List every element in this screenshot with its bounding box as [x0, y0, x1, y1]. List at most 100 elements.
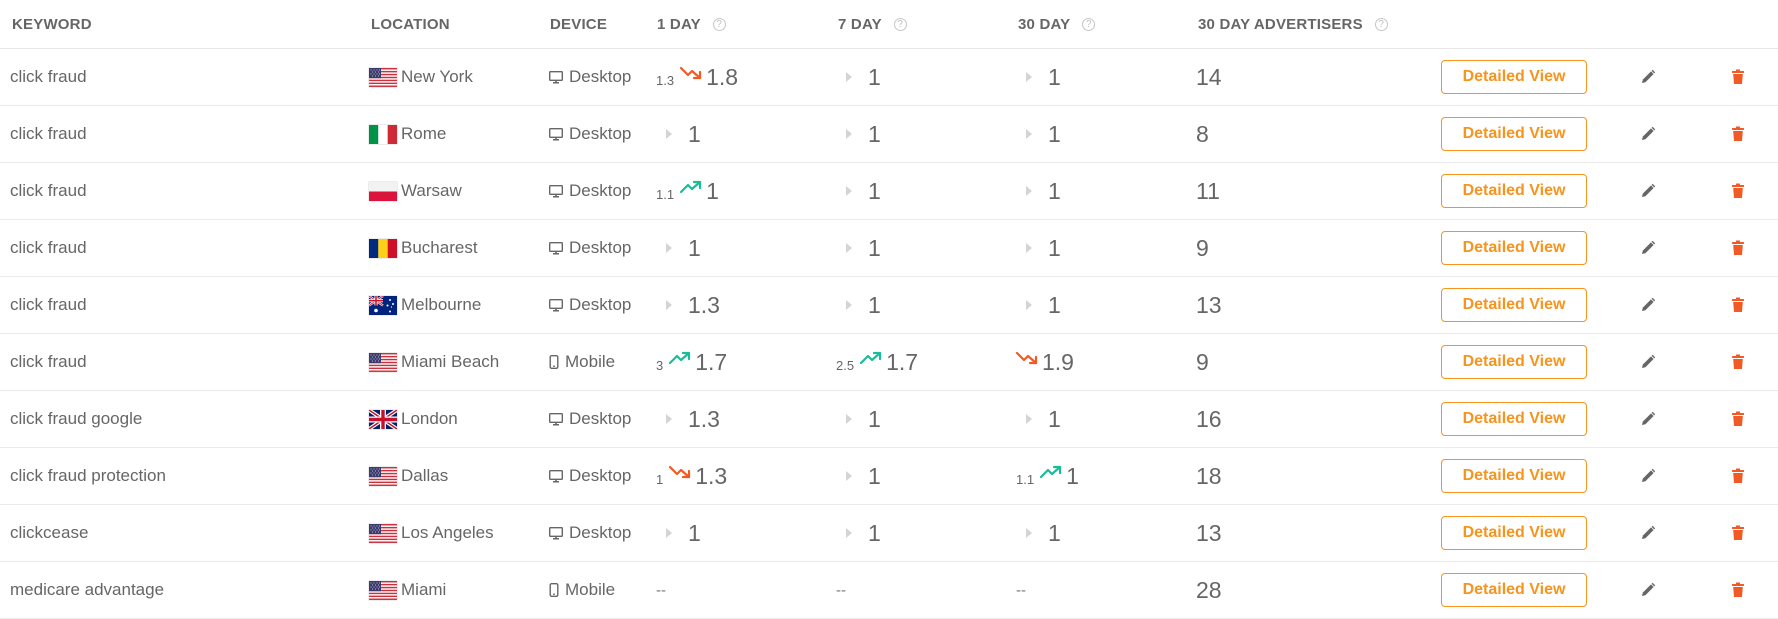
column-header-device[interactable]: DEVICE — [550, 0, 607, 48]
rank-current: 1 — [868, 405, 881, 432]
rank-30-day-cell: 1.1 1 — [1016, 448, 1079, 504]
column-header-30-day-advertisers[interactable]: 30 DAY ADVERTISERS? — [1198, 0, 1388, 48]
delete-cell — [1731, 505, 1745, 561]
rank-current: 1 — [1048, 519, 1061, 546]
flag-us-icon — [369, 523, 397, 543]
edit-cell — [1640, 49, 1656, 105]
rank-current: 1 — [868, 177, 881, 204]
desktop-icon — [549, 298, 563, 312]
rank-7-day-cell: 2.5 1.7 — [836, 334, 918, 390]
rank-1-day-cell: 3 1.7 — [656, 334, 727, 390]
rank-current: 1 — [688, 120, 701, 147]
table-header: KEYWORD LOCATION DEVICE 1 DAY? 7 DAY? 30… — [0, 0, 1778, 49]
trash-icon[interactable] — [1731, 69, 1745, 85]
trash-icon[interactable] — [1731, 525, 1745, 541]
column-header-keyword[interactable]: KEYWORD — [12, 0, 92, 48]
help-icon[interactable]: ? — [712, 17, 726, 31]
device-cell: Desktop — [549, 391, 631, 447]
trash-icon[interactable] — [1731, 582, 1745, 598]
detailed-view-button[interactable]: Detailed View — [1441, 573, 1587, 607]
detailed-view-button[interactable]: Detailed View — [1441, 402, 1587, 436]
advertisers-cell: 13 — [1196, 519, 1222, 546]
table-body: click fraud New York Desktop 1.3 1.8 1 1 14 Deta… — [0, 49, 1778, 619]
rank-1-day-cell: 1 — [656, 505, 701, 561]
desktop-icon — [549, 526, 563, 540]
no-change-icon — [666, 243, 672, 253]
table-row: medicare advantage Miami Mobile -- -- -- 28 Det… — [0, 562, 1778, 619]
no-change-icon — [666, 300, 672, 310]
trash-icon[interactable] — [1731, 468, 1745, 484]
rank-current: 1.8 — [706, 63, 739, 90]
flag-pl-icon — [369, 181, 397, 201]
flag-us-icon — [369, 352, 397, 372]
no-change-icon — [846, 471, 852, 481]
delete-cell — [1731, 277, 1745, 333]
table-row: click fraud google London Desktop 1.3 1 1 16 De… — [0, 391, 1778, 448]
flag-us-icon — [369, 580, 397, 600]
help-icon[interactable]: ? — [1082, 17, 1096, 31]
rank-current: 1 — [868, 519, 881, 546]
table-row: click fraud Bucharest Desktop 1 1 1 9 Detailed … — [0, 220, 1778, 277]
keyword-cell: click fraud — [10, 124, 87, 143]
trash-icon[interactable] — [1731, 126, 1745, 142]
rank-30-day-cell: 1 — [1016, 106, 1061, 162]
device-cell: Desktop — [549, 163, 631, 219]
rank-previous: 1.1 — [656, 186, 675, 202]
keyword-rankings-table: KEYWORD LOCATION DEVICE 1 DAY? 7 DAY? 30… — [0, 0, 1778, 619]
desktop-icon — [549, 127, 563, 141]
detailed-view-button[interactable]: Detailed View — [1441, 174, 1587, 208]
trash-icon[interactable] — [1731, 297, 1745, 313]
column-header-location[interactable]: LOCATION — [371, 0, 450, 48]
delete-cell — [1731, 391, 1745, 447]
rank-current: 1 — [1066, 462, 1079, 489]
edit-cell — [1640, 334, 1656, 390]
pencil-icon[interactable] — [1640, 411, 1656, 427]
flag-gb-icon — [367, 407, 399, 431]
detailed-view-button[interactable]: Detailed View — [1441, 459, 1587, 493]
rank-30-day-cell: 1 — [1016, 49, 1061, 105]
pencil-icon[interactable] — [1640, 240, 1656, 256]
rank-1-day-cell: 1.3 1.8 — [656, 49, 738, 105]
pencil-icon[interactable] — [1640, 297, 1656, 313]
rank-current: 1.9 — [1042, 348, 1074, 375]
detailed-view-button[interactable]: Detailed View — [1441, 288, 1587, 322]
detailed-view-button[interactable]: Detailed View — [1441, 231, 1587, 265]
detailed-view-button[interactable]: Detailed View — [1441, 117, 1587, 151]
no-change-icon — [846, 186, 852, 196]
help-icon[interactable]: ? — [1374, 17, 1388, 31]
pencil-icon[interactable] — [1640, 69, 1656, 85]
pencil-icon[interactable] — [1640, 183, 1656, 199]
pencil-icon[interactable] — [1640, 525, 1656, 541]
column-header-30-day[interactable]: 30 DAY? — [1018, 0, 1096, 48]
keyword-cell: clickcease — [10, 523, 89, 542]
location-cell: Warsaw — [369, 163, 462, 219]
column-header-7-day[interactable]: 7 DAY? — [838, 0, 907, 48]
keyword-cell: click fraud google — [10, 409, 143, 428]
pencil-icon[interactable] — [1640, 468, 1656, 484]
rank-30-day-cell: 1 — [1016, 505, 1061, 561]
no-change-icon — [1026, 72, 1032, 82]
detailed-view-button[interactable]: Detailed View — [1441, 345, 1587, 379]
delete-cell — [1731, 562, 1745, 618]
device-cell: Mobile — [549, 562, 615, 618]
device-cell: Desktop — [549, 220, 631, 276]
trash-icon[interactable] — [1731, 354, 1745, 370]
trash-icon[interactable] — [1731, 240, 1745, 256]
keyword-cell: click fraud — [10, 295, 87, 314]
keyword-cell: click fraud protection — [10, 466, 166, 485]
pencil-icon[interactable] — [1640, 582, 1656, 598]
edit-cell — [1640, 163, 1656, 219]
detailed-view-button[interactable]: Detailed View — [1441, 60, 1587, 94]
rank-empty: -- — [836, 581, 846, 599]
pencil-icon[interactable] — [1640, 126, 1656, 142]
flag-au-icon — [368, 294, 397, 315]
trash-icon[interactable] — [1731, 183, 1745, 199]
column-header-1-day[interactable]: 1 DAY? — [657, 0, 726, 48]
edit-cell — [1640, 106, 1656, 162]
rank-7-day-cell: 1 — [836, 277, 881, 333]
pencil-icon[interactable] — [1640, 354, 1656, 370]
help-icon[interactable]: ? — [893, 17, 907, 31]
detailed-view-button[interactable]: Detailed View — [1441, 516, 1587, 550]
trash-icon[interactable] — [1731, 411, 1745, 427]
no-change-icon — [666, 528, 672, 538]
